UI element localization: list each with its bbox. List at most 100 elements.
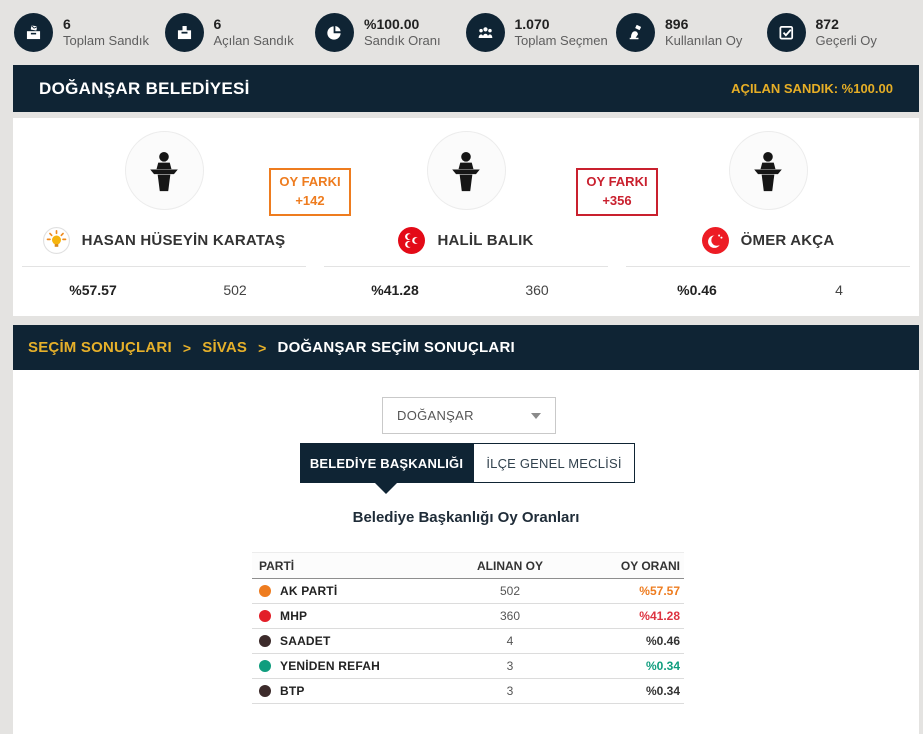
party-rate: %0.46 bbox=[570, 634, 684, 648]
table-row: BTP 3 %0.34 bbox=[252, 679, 684, 704]
candidate-percent: %0.46 bbox=[626, 282, 768, 298]
podium-speaker-icon bbox=[427, 131, 506, 210]
municipality-header: DOĞANŞAR BELEDİYESİ AÇILAN SANDIK: %100.… bbox=[13, 65, 919, 112]
district-select[interactable]: DOĞANŞAR bbox=[382, 397, 556, 434]
party-color-dot bbox=[259, 635, 271, 647]
stat-label: Geçerli Oy bbox=[816, 33, 877, 50]
candidate-name: ÖMER AKÇA bbox=[741, 232, 835, 249]
election-results-page: 6 Toplam Sandık 6 Açılan Sandık bbox=[0, 0, 923, 734]
party-color-dot bbox=[259, 610, 271, 622]
stat-valid-votes: 872 Geçerli Oy bbox=[767, 13, 918, 52]
candidate-name: HASAN HÜSEYİN KARATAŞ bbox=[82, 232, 286, 249]
table-row: YENİDEN REFAH 3 %0.34 bbox=[252, 654, 684, 679]
column-header-party: PARTİ bbox=[252, 559, 450, 573]
voters-icon bbox=[466, 13, 505, 52]
vote-difference-label: OY FARKI bbox=[578, 173, 656, 192]
table-header-row: PARTİ ALINAN OY OY ORANI bbox=[252, 552, 684, 579]
party-votes: 360 bbox=[450, 609, 570, 623]
result-type-tabs: BELEDİYE BAŞKANLIĞI İLÇE GENEL MECLİSİ bbox=[300, 443, 635, 483]
tab-mayorship[interactable]: BELEDİYE BAŞKANLIĞI bbox=[300, 443, 473, 483]
stat-value: 896 bbox=[665, 15, 742, 33]
breadcrumb-current: DOĞANŞAR SEÇİM SONUÇLARI bbox=[278, 339, 515, 356]
candidate-card: HALİL BALIK %41.28 360 bbox=[315, 118, 617, 316]
stat-used-votes: 896 Kullanılan Oy bbox=[616, 13, 767, 52]
vote-difference-badge: OY FARKI +356 bbox=[576, 168, 658, 216]
table-row: MHP 360 %41.28 bbox=[252, 604, 684, 629]
breadcrumb-link-election-results[interactable]: SEÇİM SONUÇLARI bbox=[28, 339, 172, 356]
podium-speaker-icon bbox=[125, 131, 204, 210]
valid-vote-icon bbox=[767, 13, 806, 52]
vote-difference-value: +142 bbox=[271, 192, 349, 211]
stat-value: 6 bbox=[214, 15, 294, 33]
opened-ballot-rate: AÇILAN SANDIK: %100.00 bbox=[731, 81, 893, 96]
party-votes: 502 bbox=[450, 584, 570, 598]
candidate-percent: %41.28 bbox=[324, 282, 466, 298]
stats-bar: 6 Toplam Sandık 6 Açılan Sandık bbox=[0, 0, 923, 65]
party-rate: %41.28 bbox=[570, 609, 684, 623]
candidate-card: ÖMER AKÇA %0.46 4 bbox=[617, 118, 919, 316]
stat-label: Açılan Sandık bbox=[214, 33, 294, 50]
candidate-card: HASAN HÜSEYİN KARATAŞ %57.57 502 bbox=[13, 118, 315, 316]
candidate-percent: %57.57 bbox=[22, 282, 164, 298]
party-color-dot bbox=[259, 660, 271, 672]
party-rate: %0.34 bbox=[570, 659, 684, 673]
candidate-result: %57.57 502 bbox=[22, 266, 306, 298]
party-color-dot bbox=[259, 685, 271, 697]
saadet-logo bbox=[702, 227, 729, 254]
pie-chart-icon bbox=[315, 13, 354, 52]
chevron-right-icon: > bbox=[183, 340, 191, 356]
tab-district-council[interactable]: İLÇE GENEL MECLİSİ bbox=[473, 443, 635, 483]
party-name: YENİDEN REFAH bbox=[280, 659, 380, 673]
stat-label: Sandık Oranı bbox=[364, 33, 441, 50]
cast-vote-icon bbox=[616, 13, 655, 52]
party-rate: %57.57 bbox=[570, 584, 684, 598]
party-votes: 3 bbox=[450, 659, 570, 673]
party-name: MHP bbox=[280, 609, 307, 623]
candidate-votes: 502 bbox=[164, 282, 306, 298]
vote-difference-value: +356 bbox=[578, 192, 656, 211]
mhp-logo bbox=[398, 227, 425, 254]
vote-difference-label: OY FARKI bbox=[271, 173, 349, 192]
candidate-result: %0.46 4 bbox=[626, 266, 910, 298]
chevron-down-icon bbox=[531, 413, 541, 419]
section-title: Belediye Başkanlığı Oy Oranları bbox=[13, 509, 919, 526]
table-row: SAADET 4 %0.46 bbox=[252, 629, 684, 654]
podium-speaker-icon bbox=[729, 131, 808, 210]
ballot-box-opened-icon bbox=[165, 13, 204, 52]
column-header-rate: OY ORANI bbox=[570, 559, 684, 573]
stat-label: Toplam Sandık bbox=[63, 33, 149, 50]
party-rate: %0.34 bbox=[570, 684, 684, 698]
party-votes: 3 bbox=[450, 684, 570, 698]
party-color-dot bbox=[259, 585, 271, 597]
party-votes: 4 bbox=[450, 634, 570, 648]
candidates-section: HASAN HÜSEYİN KARATAŞ %57.57 502 bbox=[13, 118, 919, 316]
party-name: AK PARTİ bbox=[280, 584, 337, 598]
stat-opened-ballot-boxes: 6 Açılan Sandık bbox=[165, 13, 316, 52]
table-row: AK PARTİ 502 %57.57 bbox=[252, 579, 684, 604]
breadcrumb: SEÇİM SONUÇLARI > SİVAS > DOĞANŞAR SEÇİM… bbox=[13, 325, 919, 370]
stat-value: 872 bbox=[816, 15, 877, 33]
municipality-title: DOĞANŞAR BELEDİYESİ bbox=[39, 79, 250, 99]
stat-total-voters: 1.070 Toplam Seçmen bbox=[466, 13, 617, 52]
stat-ballot-box-rate: %100.00 Sandık Oranı bbox=[315, 13, 466, 52]
results-table: PARTİ ALINAN OY OY ORANI AK PARTİ 502 %5… bbox=[252, 552, 684, 704]
candidate-votes: 4 bbox=[768, 282, 910, 298]
stat-label: Kullanılan Oy bbox=[665, 33, 742, 50]
party-name: BTP bbox=[280, 684, 305, 698]
results-panel: DOĞANŞAR BELEDİYE BAŞKANLIĞI İLÇE GENEL … bbox=[13, 370, 919, 734]
akparti-logo bbox=[43, 227, 70, 254]
district-select-value: DOĞANŞAR bbox=[397, 408, 474, 423]
stat-value: 1.070 bbox=[515, 15, 608, 33]
chevron-right-icon: > bbox=[258, 340, 266, 356]
active-tab-pointer bbox=[375, 483, 397, 494]
candidate-votes: 360 bbox=[466, 282, 608, 298]
breadcrumb-link-province[interactable]: SİVAS bbox=[202, 339, 247, 356]
stat-total-ballot-boxes: 6 Toplam Sandık bbox=[14, 13, 165, 52]
stat-label: Toplam Seçmen bbox=[515, 33, 608, 50]
stat-value: 6 bbox=[63, 15, 149, 33]
candidate-name: HALİL BALIK bbox=[437, 232, 533, 249]
column-header-votes: ALINAN OY bbox=[450, 559, 570, 573]
vote-difference-badge: OY FARKI +142 bbox=[269, 168, 351, 216]
ballot-box-icon bbox=[14, 13, 53, 52]
party-name: SAADET bbox=[280, 634, 331, 648]
